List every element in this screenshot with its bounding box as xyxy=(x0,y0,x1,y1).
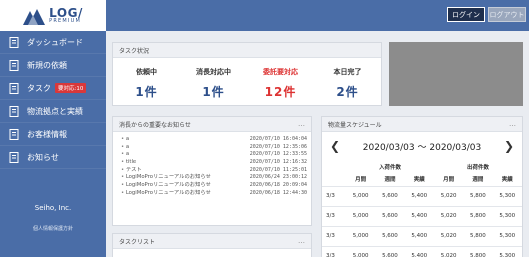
stat-label: 本日完了 xyxy=(333,68,362,76)
list-item[interactable]: LogiMoProリニューアルのお知らせ2020/06/18 12:44:30 xyxy=(121,190,307,198)
stat-value: 2件 xyxy=(336,85,359,99)
sidebar-item-dashboard[interactable]: ダッシュボード xyxy=(0,31,106,54)
document-icon xyxy=(9,105,19,117)
column-header: 実績 xyxy=(413,177,425,184)
image-placeholder xyxy=(389,42,523,106)
panel-title: 消長からの重要なお知らせ xyxy=(113,117,311,132)
table-row: 3/3 5,000 5,600 5,400 5,020 5,800 5,300 xyxy=(322,245,522,257)
sidebar-item-tasks[interactable]: タスク 要対応:10 xyxy=(0,77,106,100)
document-icon xyxy=(9,151,19,163)
sidebar-item-label: 新規の依頼 xyxy=(27,60,67,70)
logout-button[interactable]: ログアウト xyxy=(488,7,526,22)
top-header: ログイン ログアウト xyxy=(106,0,529,31)
stat-label: 依頼中 xyxy=(136,68,157,76)
column-header: 月間 xyxy=(443,177,455,184)
schedule-date-range: 2020/03/03 ～ 2020/03/03 xyxy=(362,142,482,153)
schedule-table: 入荷件数 出荷件数 月間 週間 実績 月間 週間 実績 3/3 5,000 5,… xyxy=(322,160,522,257)
list-item[interactable]: a2020/07/10 12:33:55 xyxy=(121,151,307,159)
stat-requesting[interactable]: 依頼中 1件 xyxy=(113,58,180,106)
chevron-left-icon[interactable]: ❮ xyxy=(330,139,340,153)
stat-value: 1件 xyxy=(135,85,158,99)
sidebar-item-label: ダッシュボード xyxy=(27,37,83,47)
more-icon[interactable]: … xyxy=(509,120,517,128)
schedule-nav: ❮ 2020/03/03 ～ 2020/03/03 ❯ xyxy=(322,136,522,156)
schedule-panel: 物流量スケジュール … ❮ 2020/03/03 ～ 2020/03/03 ❯ … xyxy=(321,116,523,257)
list-item[interactable]: title2020/07/10 12:16:32 xyxy=(121,159,307,167)
column-header: 月間 xyxy=(355,177,367,184)
stat-completed-today[interactable]: 本日完了 2件 xyxy=(314,58,381,106)
sidebar-item-label: タスク xyxy=(27,83,51,93)
group-header: 入荷件数 xyxy=(378,164,401,171)
stat-label: 委託要対応 xyxy=(263,68,298,76)
stat-label: 消長対応中 xyxy=(196,68,231,76)
sidebar: LOG/ PREMIUM ダッシュボード 新規の依頼 タスク 要対応:10 物流… xyxy=(0,0,106,257)
group-header: 出荷件数 xyxy=(466,164,489,171)
notice-list: a2020/07/10 16:04:04 a2020/07/10 12:35:0… xyxy=(113,132,311,198)
logo-sub-text: PREMIUM xyxy=(49,18,81,24)
panel-title: 物流量スケジュール xyxy=(322,117,522,132)
stat-value: 1件 xyxy=(202,85,225,99)
sidebar-item-customers[interactable]: お客様情報 xyxy=(0,123,106,146)
sidebar-item-logistics[interactable]: 物流拠点と実績 xyxy=(0,100,106,123)
tasklist-panel: タスクリスト … xyxy=(112,233,312,257)
privacy-policy-link[interactable]: 個人情報保護方針 xyxy=(0,225,106,232)
company-name: Seiho, Inc. xyxy=(34,204,72,212)
stat-value: 12件 xyxy=(264,85,297,99)
document-icon xyxy=(9,59,19,71)
document-icon xyxy=(9,36,19,48)
more-icon[interactable]: … xyxy=(298,237,306,245)
list-item[interactable]: a2020/07/10 16:04:04 xyxy=(121,136,307,144)
column-header: 週間 xyxy=(384,177,396,184)
task-status-panel: タスク状況 依頼中 1件 消長対応中 1件 委託要対応 12件 本日完了 2件 xyxy=(112,42,382,106)
tasks-badge: 要対応:10 xyxy=(55,83,87,93)
stat-in-progress[interactable]: 消長対応中 1件 xyxy=(180,58,247,106)
sidebar-item-new-request[interactable]: 新規の依頼 xyxy=(0,54,106,77)
document-icon xyxy=(9,128,19,140)
login-button[interactable]: ログイン xyxy=(447,7,485,22)
document-icon xyxy=(9,82,19,94)
column-header: 実績 xyxy=(501,177,513,184)
panel-title: タスク状況 xyxy=(113,43,381,58)
chevron-right-icon[interactable]: ❯ xyxy=(504,139,514,153)
list-item[interactable]: LogiMoProリニューアルのお知らせ2020/06/24 23:00:12 xyxy=(121,174,307,182)
panel-title: タスクリスト xyxy=(113,234,311,249)
notices-panel: 消長からの重要なお知らせ … a2020/07/10 16:04:04 a202… xyxy=(112,116,312,226)
table-row: 3/3 5,000 5,600 5,400 5,020 5,800 5,300 xyxy=(322,185,522,206)
stat-action-required[interactable]: 委託要対応 12件 xyxy=(247,58,314,106)
more-icon[interactable]: … xyxy=(298,120,306,128)
logo-icon xyxy=(23,8,46,25)
logo[interactable]: LOG/ PREMIUM xyxy=(0,0,106,31)
table-row: 3/3 5,000 5,600 5,400 5,020 5,800 5,300 xyxy=(322,205,522,226)
sidebar-item-label: お知らせ xyxy=(27,152,59,162)
list-item[interactable]: LogiMoProリニューアルのお知らせ2020/06/18 20:09:04 xyxy=(121,182,307,190)
table-row: 3/3 5,000 5,600 5,400 5,020 5,800 5,300 xyxy=(322,225,522,246)
sidebar-item-label: 物流拠点と実績 xyxy=(27,106,83,116)
sidebar-item-label: お客様情報 xyxy=(27,129,67,139)
column-header: 週間 xyxy=(472,177,484,184)
sidebar-item-notices[interactable]: お知らせ xyxy=(0,146,106,169)
list-item[interactable]: a2020/07/10 12:35:06 xyxy=(121,144,307,152)
